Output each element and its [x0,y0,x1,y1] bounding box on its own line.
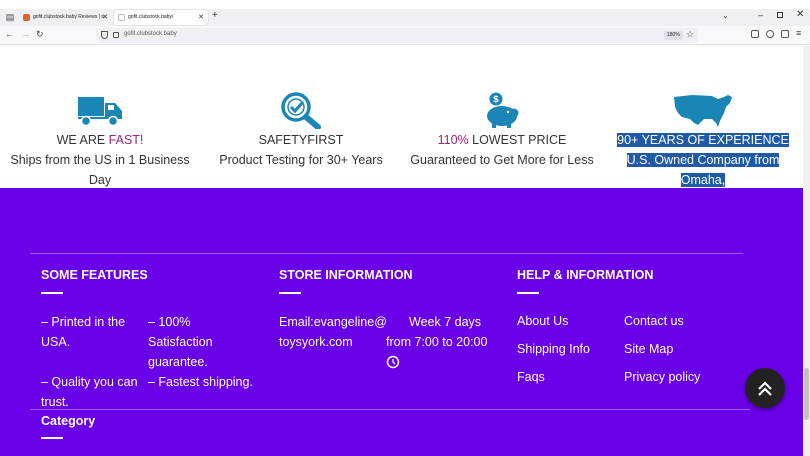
feature-title-accent: FAST! [108,133,144,147]
feature-title: SAFETYFIRST [258,133,344,147]
feature-title: 90+ YEARS OF EXPERIENCE [603,132,803,148]
footer-divider [30,409,750,410]
tab-close-icon[interactable]: ✕ [198,10,204,25]
store-email: Email:evangeline@ toysyork.com [279,312,387,352]
magnifier-check-icon [281,92,321,129]
heading-underline [279,292,301,294]
contact-us-link[interactable]: Contact us [624,314,684,328]
scrollbar-thumb[interactable] [804,368,809,420]
heading-underline [41,437,63,439]
tab-gofit-active[interactable]: gofit.clubstock.baby/ ✕ [114,10,208,25]
navigation-bar: ← → ↻ gofit.clubstock.baby 180% ☆ ≡ [0,26,810,45]
maximize-icon[interactable] [777,12,783,18]
pocket-icon[interactable] [751,30,759,38]
close-window-icon[interactable]: ✕ [796,9,804,20]
piggy-bank-icon: $ [487,92,519,128]
shipping-info-link[interactable]: Shipping Info [517,342,590,356]
tab-label: gofit.clubstock.baby/ [128,14,174,20]
feature-safety-first: SAFETYFIRST Product Testing for 30+ Year… [201,90,401,170]
feature-description: Ships from the US in 1 Business Day [10,153,190,187]
double-chevron-up-icon [758,381,772,396]
feature-description: Guaranteed to Get More for Less [410,153,594,167]
heading-underline [517,292,539,294]
feature-title: 110% LOWEST PRICE [402,132,602,148]
account-icon[interactable] [766,30,774,38]
feature-item: – Quality you can trust. [41,375,138,409]
usa-map-icon [674,95,732,127]
back-arrow-icon[interactable]: ← [5,29,14,39]
minimize-icon[interactable]: – [758,10,763,20]
tab-bar: ▤ gofit.clubstock.baby Reviews | s ✕ gof… [0,9,810,26]
faqs-link[interactable]: Faqs [517,370,545,384]
feature-title-selected: 90+ YEARS OF EXPERIENCE [617,133,789,147]
hours-line: Week 7 days [409,315,482,329]
feature-title-accent: 110% [437,133,469,147]
email-line: toysyork.com [279,335,353,349]
feature-item: – 100% Satisfaction guarantee. [148,315,213,369]
feature-title-text: WE ARE [56,133,109,147]
features-strip: WE ARE FAST! Ships from the US in 1 Busi… [0,46,803,207]
tab-list-icon[interactable]: ▤ [4,11,16,23]
reload-icon[interactable]: ↻ [36,29,44,40]
feature-title-text: LOWEST PRICE [468,133,567,147]
tab-close-icon[interactable]: ✕ [102,10,108,25]
privacy-policy-link[interactable]: Privacy policy [624,370,700,384]
chevron-down-icon[interactable]: ⌄ [722,11,729,20]
browser-window: ▤ gofit.clubstock.baby Reviews | s ✕ gof… [0,0,810,456]
feature-lowest-price: $ 110% LOWEST PRICE Guaranteed to Get Mo… [402,90,602,170]
forward-arrow-icon[interactable]: → [21,29,30,39]
truck-icon [78,97,122,127]
bookmark-star-icon[interactable]: ☆ [686,29,694,40]
feature-description: Product Testing for 30+ Years [219,153,383,167]
store-hours: Week 7 days from 7:00 to 20:00 [386,312,498,352]
feature-description-line: U.S. Owned Company from Omaha, [626,153,780,187]
feature-item: – Printed in the USA. [41,315,126,349]
address-bar[interactable]: gofit.clubstock.baby 180% ☆ [96,28,698,43]
clock-icon [386,355,400,369]
back-to-top-button[interactable] [745,368,785,408]
tab-reviews[interactable]: gofit.clubstock.baby Reviews | s ✕ [19,10,112,25]
hamburger-menu-icon[interactable]: ≡ [796,28,801,38]
url-text[interactable]: gofit.clubstock.baby [124,31,177,37]
site-footer: SOME FEATURES – Printed in the USA. – 10… [0,188,803,456]
tab-label: gofit.clubstock.baby Reviews | s [33,14,104,20]
new-tab-plus-icon[interactable]: + [212,10,218,21]
svg-text:$: $ [493,95,499,105]
feature-item: – Fastest shipping. [148,375,253,389]
heading-underline [41,292,63,294]
email-line: Email:evangeline@ [279,315,387,329]
footer-divider [30,253,743,254]
site-map-link[interactable]: Site Map [624,342,673,356]
about-us-link[interactable]: About Us [517,314,568,328]
zoom-level-badge[interactable]: 180% [664,31,683,40]
lock-icon[interactable] [113,32,119,38]
feature-fast-shipping: WE ARE FAST! Ships from the US in 1 Busi… [0,90,200,190]
web-page: WE ARE FAST! Ships from the US in 1 Busi… [0,46,803,456]
feature-title: WE ARE FAST! [0,132,200,148]
favicon-icon [118,14,125,21]
store-information-heading: STORE INFORMATION [279,268,413,282]
some-features-heading: SOME FEATURES [41,268,148,282]
favicon-icon [23,14,30,21]
category-heading: Category [41,414,96,428]
extensions-icon[interactable] [781,30,789,38]
help-information-heading: HELP & INFORMATION [517,268,654,282]
hours-line: from 7:00 to 20:00 [386,335,488,349]
shield-icon[interactable] [101,31,108,39]
page-scrollbar[interactable] [803,46,810,456]
